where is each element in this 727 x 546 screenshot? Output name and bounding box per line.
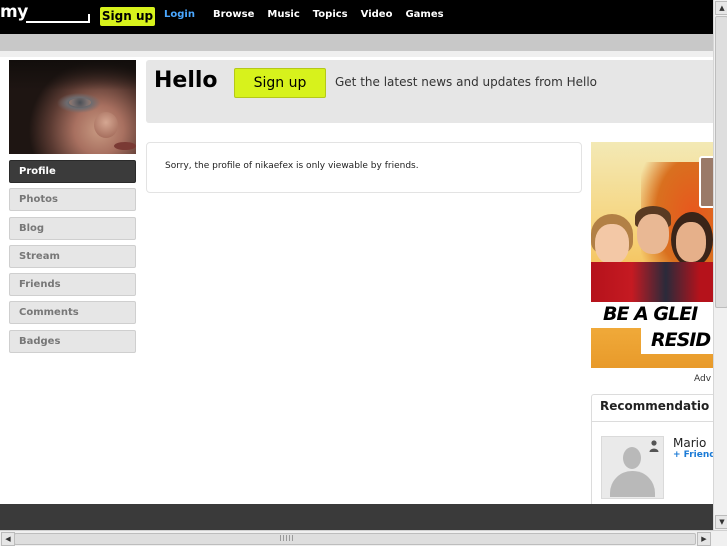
hello-signup-button[interactable]: Sign up [234,68,326,98]
recommendations-title: Recommendatio [600,399,710,413]
site-logo[interactable]: my [0,2,28,22]
header-sub-bar [0,51,727,57]
advertisement[interactable]: BE A GLEI RESID [591,142,727,368]
sidebar-item-profile[interactable]: Profile [9,160,136,183]
footer-bar [0,504,727,530]
photo-eye [69,98,91,107]
profile-sidebar: Profile Photos Blog Stream Friends Comme… [9,160,136,358]
top-nav: Browse Music Topics Video Games [213,9,444,20]
vertical-scroll-thumb[interactable] [715,16,727,308]
sidebar-item-label: Profile [19,166,56,177]
nav-video[interactable]: Video [361,9,393,20]
scroll-down-arrow-icon[interactable]: ▼ [715,515,727,529]
user-icon [649,440,659,452]
private-profile-notice: Sorry, the profile of nikaefex is only v… [146,142,582,193]
photo-lip [114,142,136,150]
sidebar-item-label: Blog [19,222,45,234]
top-bar: my Sign up Login Browse Music Topics Vid… [0,0,727,34]
scroll-up-arrow-icon[interactable]: ▲ [715,1,727,15]
ad-label: Adv [694,374,712,384]
scroll-right-arrow-icon[interactable]: ▶ [697,532,711,546]
ad-text-line2: RESID [651,329,711,351]
logo-tick [88,14,90,23]
add-friend-link[interactable]: + Friend [673,450,716,460]
sidebar-item-badges[interactable]: Badges [9,329,136,353]
recommendations-divider [591,421,727,422]
nav-music[interactable]: Music [267,9,299,20]
sidebar-item-label: Badges [19,335,61,347]
ad-figure [637,214,669,254]
nav-games[interactable]: Games [405,9,443,20]
top-login-link[interactable]: Login [164,9,195,20]
silhouette-body [610,471,655,497]
sidebar-item-label: Stream [19,250,60,262]
ad-figure [676,222,706,262]
scroll-grip-icon [280,535,294,541]
ad-figure [595,224,629,264]
nav-topics[interactable]: Topics [313,9,348,20]
profile-photo[interactable] [9,60,136,154]
logo-underline [26,21,88,23]
horizontal-scrollbar[interactable]: ◀ ▶ [0,530,727,546]
ad-text-line1: BE A GLEI [603,303,698,325]
sidebar-item-stream[interactable]: Stream [9,244,136,268]
sidebar-item-photos[interactable]: Photos [9,188,136,212]
ad-banner-line1: BE A GLEI [591,302,727,328]
sidebar-item-label: Friends [19,279,61,291]
sidebar-item-blog[interactable]: Blog [9,216,136,240]
sidebar-item-comments[interactable]: Comments [9,301,136,325]
silhouette-head [623,447,641,469]
scroll-left-arrow-icon[interactable]: ◀ [1,532,15,546]
sidebar-item-friends[interactable]: Friends [9,273,136,297]
hello-tagline: Get the latest news and updates from Hel… [335,75,598,89]
page-title: Hello [154,68,218,93]
photo-nose [94,112,118,138]
sidebar-item-label: Photos [19,194,58,206]
notice-text: Sorry, the profile of nikaefex is only v… [165,161,419,171]
top-signup-button[interactable]: Sign up [100,7,155,26]
nav-browse[interactable]: Browse [213,9,254,20]
vertical-scrollbar[interactable]: ▲ ▼ [713,0,727,530]
horizontal-scroll-thumb[interactable] [14,533,696,545]
photo-hair [9,60,136,90]
sidebar-item-label: Comments [19,307,79,319]
rec-user-name[interactable]: Mario [673,436,706,450]
header-gray-bar [0,34,727,51]
